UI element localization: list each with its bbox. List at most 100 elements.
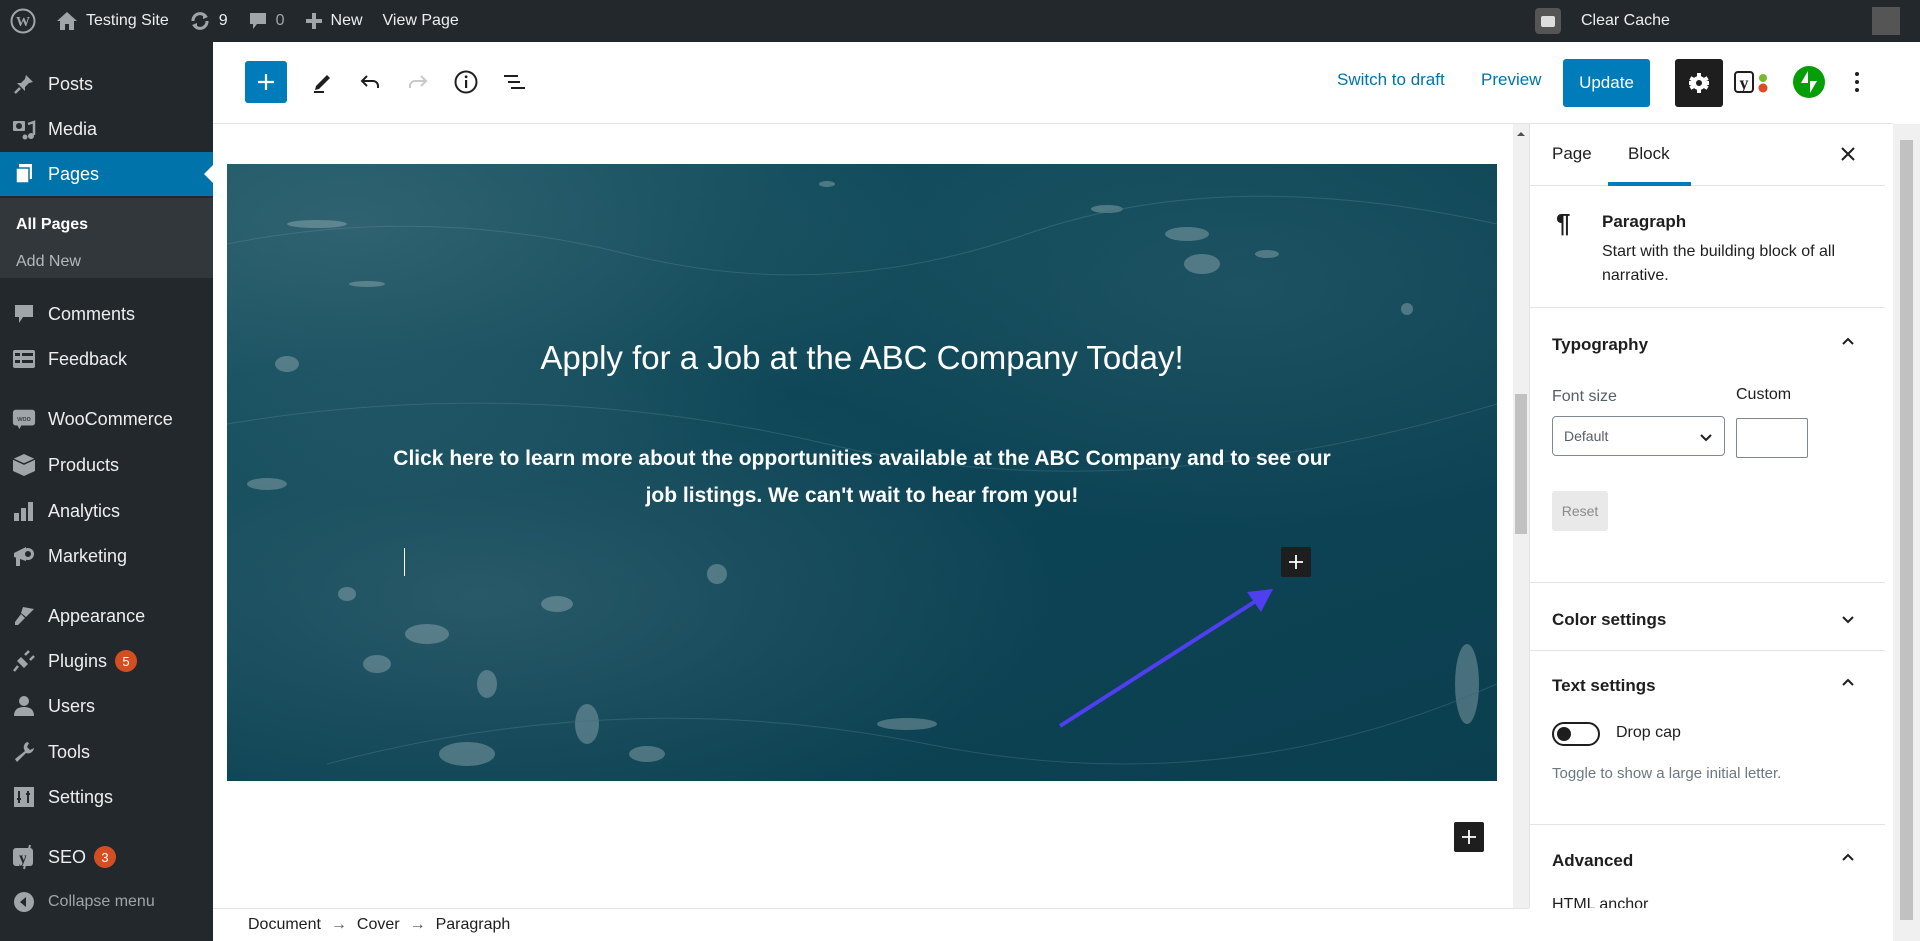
sliders-icon: [12, 785, 36, 809]
menu-item-analytics[interactable]: Analytics: [0, 489, 213, 533]
menu-item-seo[interactable]: y SEO 3: [0, 835, 213, 879]
box-icon: [12, 453, 36, 477]
reset-font-size-button[interactable]: Reset: [1552, 491, 1608, 531]
updates-count: 9: [218, 12, 228, 29]
undo-button[interactable]: [349, 61, 391, 103]
block-breadcrumb: Document → Cover → Paragraph: [213, 908, 1529, 941]
menu-label: Marketing: [48, 545, 128, 566]
updates-link[interactable]: 9: [179, 0, 238, 42]
text-settings-panel-toggle[interactable]: Text settings: [1552, 676, 1656, 696]
comment-icon: [12, 302, 36, 326]
menu-item-users[interactable]: Users: [0, 684, 213, 728]
menu-item-posts[interactable]: Posts: [0, 62, 213, 106]
menu-item-products[interactable]: Products: [0, 443, 213, 487]
yoast-icon: y: [12, 844, 36, 870]
menu-label: Analytics: [48, 500, 121, 521]
block-inserter-toggle[interactable]: [245, 61, 287, 103]
svg-text:woo: woo: [16, 414, 31, 423]
menu-item-tools[interactable]: Tools: [0, 730, 213, 774]
switch-to-draft-button[interactable]: Switch to draft: [1337, 70, 1445, 90]
collapse-arrow-icon: [12, 890, 36, 914]
close-sidebar-button[interactable]: [1840, 142, 1856, 168]
collapse-menu-button[interactable]: Collapse menu: [0, 880, 213, 924]
menu-item-feedback[interactable]: Feedback: [0, 337, 213, 381]
breadcrumb-separator: →: [330, 916, 347, 933]
breadcrumb-cover[interactable]: Cover: [357, 916, 400, 934]
menu-item-media[interactable]: Media: [0, 107, 213, 151]
menu-item-plugins[interactable]: Plugins 5: [0, 639, 213, 683]
list-view-button[interactable]: [493, 61, 535, 103]
chevron-up-icon[interactable]: [1840, 850, 1856, 866]
info-icon: [454, 70, 478, 94]
font-size-select[interactable]: Default: [1552, 416, 1725, 456]
update-button[interactable]: Update: [1563, 59, 1650, 107]
menu-label: Tools: [48, 741, 91, 762]
toggle-knob: [1557, 727, 1571, 741]
comments-link[interactable]: 0: [238, 0, 295, 42]
tab-block[interactable]: Block: [1628, 144, 1670, 164]
plus-icon: [258, 74, 274, 90]
comments-count: 0: [275, 12, 285, 29]
new-content-link[interactable]: New: [295, 0, 373, 42]
cover-block[interactable]: Apply for a Job at the ABC Company Today…: [227, 164, 1497, 781]
breadcrumb-document[interactable]: Document: [248, 916, 321, 934]
block-card: ¶ Paragraph Start with the building bloc…: [1530, 186, 1885, 308]
paragraph-icon: ¶: [1556, 208, 1571, 238]
submenu-all-pages[interactable]: All Pages: [16, 216, 88, 234]
redo-button[interactable]: [397, 61, 439, 103]
admin-sidebar-menu: Posts Media Pages All Pages Add New Comm…: [0, 42, 213, 941]
window-scrollbar[interactable]: [1893, 124, 1920, 941]
pushpin-icon: [12, 72, 36, 96]
bar-chart-icon: [12, 499, 36, 523]
menu-item-marketing[interactable]: Marketing: [0, 534, 213, 578]
more-options-button[interactable]: [1836, 61, 1878, 103]
color-settings-panel-toggle[interactable]: Color settings: [1552, 610, 1666, 630]
scroll-up-arrow[interactable]: [1517, 128, 1525, 136]
panel-divider: [1530, 824, 1885, 825]
menu-item-appearance[interactable]: Appearance: [0, 594, 213, 638]
menu-item-woocommerce[interactable]: woo WooCommerce: [0, 397, 213, 441]
wp-logo-button[interactable]: W: [0, 0, 46, 42]
block-settings-sidebar: Page Block ¶ Paragraph Start with the bu…: [1529, 124, 1885, 908]
menu-item-settings[interactable]: Settings: [0, 775, 213, 819]
chevron-up-icon[interactable]: [1840, 334, 1856, 350]
tab-page[interactable]: Page: [1552, 144, 1592, 164]
canvas-scroll-thumb[interactable]: [1515, 394, 1527, 534]
advanced-panel-toggle[interactable]: Advanced: [1552, 851, 1633, 871]
updates-icon: [191, 12, 209, 30]
typography-panel-toggle[interactable]: Typography: [1552, 335, 1648, 355]
window-scroll-thumb[interactable]: [1900, 140, 1913, 920]
breadcrumb-paragraph[interactable]: Paragraph: [436, 916, 511, 934]
canvas-scrollbar[interactable]: [1513, 124, 1529, 908]
user-avatar[interactable]: [1872, 7, 1900, 35]
chevron-up-icon[interactable]: [1840, 675, 1856, 691]
details-button[interactable]: [445, 61, 487, 103]
wrench-icon: [12, 740, 36, 764]
drop-cap-toggle[interactable]: [1552, 722, 1600, 746]
more-vertical-icon: [1855, 72, 1859, 92]
jetpack-button[interactable]: [1788, 61, 1830, 103]
sidebar-tabs: Page Block: [1530, 124, 1885, 186]
custom-font-size-input[interactable]: [1736, 418, 1808, 458]
view-page-link[interactable]: View Page: [373, 0, 469, 42]
chevron-down-icon[interactable]: [1840, 611, 1856, 627]
block-card-title: Paragraph: [1602, 212, 1687, 231]
add-block-button[interactable]: [1454, 822, 1484, 852]
megaphone-icon: [12, 544, 36, 568]
menu-item-pages[interactable]: Pages: [0, 152, 213, 196]
yoast-seo-button[interactable]: y: [1731, 61, 1773, 103]
menu-label: SEO: [48, 846, 87, 867]
drop-cap-label: Drop cap: [1616, 724, 1681, 741]
menu-label: Products: [48, 454, 120, 475]
gear-icon: [1689, 73, 1709, 93]
paintbrush-icon: [12, 604, 36, 628]
collapse-label: Collapse menu: [48, 893, 155, 910]
preview-button[interactable]: Preview: [1481, 70, 1541, 90]
site-name: Testing Site: [86, 12, 169, 29]
tools-edit-button[interactable]: [301, 61, 343, 103]
site-name-link[interactable]: Testing Site: [46, 0, 179, 42]
submenu-add-new[interactable]: Add New: [16, 253, 81, 271]
menu-item-comments[interactable]: Comments: [0, 292, 213, 336]
clear-cache-link[interactable]: Clear Cache: [1581, 12, 1670, 30]
settings-toggle-button[interactable]: [1675, 59, 1723, 107]
